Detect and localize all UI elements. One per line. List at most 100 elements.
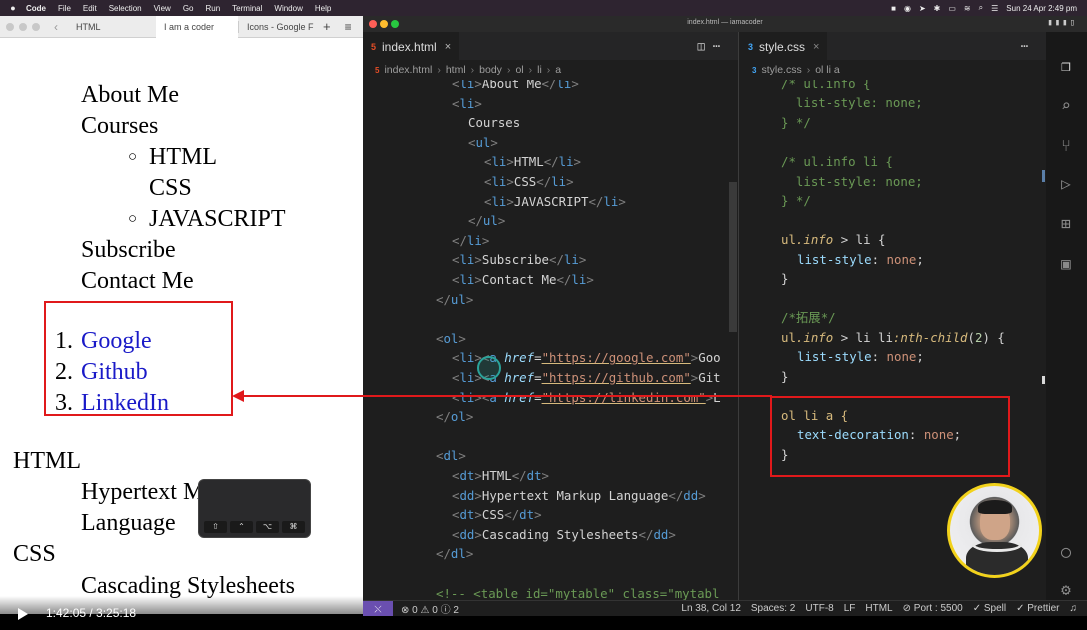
wifi-icon[interactable]: ≋: [964, 4, 971, 13]
crumb-li[interactable]: li: [537, 64, 542, 76]
code-line[interactable]: <dt>CSS</dt>: [452, 505, 542, 525]
layout-toggle-icons[interactable]: ▮▮▮▯: [1047, 18, 1077, 28]
browser-tab-html[interactable]: HTML: [68, 22, 156, 32]
breadcrumb-right: 3 style.css › ol li a: [752, 64, 840, 76]
source-control-icon[interactable]: ⑂: [1056, 136, 1076, 156]
menu-file[interactable]: File: [52, 4, 77, 13]
code-line[interactable]: <li>Subscribe</li>: [452, 250, 586, 270]
code-line[interactable]: </li>: [452, 231, 489, 251]
code-line[interactable]: <ul>: [468, 133, 498, 153]
menu-edit[interactable]: Edit: [77, 4, 103, 13]
code-line[interactable]: </ul>: [436, 290, 473, 310]
code-line[interactable]: <dd>Hypertext Markup Language</dd>: [452, 486, 706, 506]
close-icon[interactable]: ×: [445, 41, 451, 53]
menu-item-subscribe: Subscribe: [81, 237, 176, 263]
crumb-html[interactable]: html: [446, 64, 466, 76]
crumb-body[interactable]: body: [479, 64, 502, 76]
new-tab-plus-icon[interactable]: +: [323, 19, 331, 34]
menu-view[interactable]: View: [148, 4, 177, 13]
account-icon[interactable]: ◯: [1056, 542, 1076, 562]
code-line[interactable]: <li>HTML</li>: [484, 152, 581, 172]
code-line[interactable]: <li>JAVASCRIPT</li>: [484, 192, 626, 212]
sub-item-javascript: JAVASCRIPT: [149, 206, 286, 232]
code-line[interactable]: <li>: [452, 94, 482, 114]
menubar-status-area: ■ ◉ ➤ ✱ ▭ ≋ ⌕ ☰ Sun 24 Apr 2:49 pm: [891, 3, 1087, 13]
menubar-clock[interactable]: Sun 24 Apr 2:49 pm: [1006, 4, 1077, 13]
close-icon[interactable]: ×: [813, 41, 819, 53]
code-line[interactable]: Courses: [468, 113, 520, 133]
css-comment: /* ul.info {: [781, 80, 871, 91]
browser-tab-iamacoder[interactable]: I am a coder: [156, 16, 238, 38]
code-line[interactable]: </ul>: [468, 211, 505, 231]
remote-explorer-icon[interactable]: ▣: [1056, 254, 1076, 274]
tab-style-css[interactable]: 3 style.css ×: [740, 32, 828, 60]
settings-gear-icon[interactable]: ⚙: [1056, 580, 1076, 600]
remote-indicator-icon[interactable]: ⤬: [363, 600, 393, 616]
code-line[interactable]: <li>CSS</li>: [484, 172, 574, 192]
crumb-selector[interactable]: ol li a: [815, 64, 840, 76]
browser-close-dot[interactable]: [6, 22, 14, 31]
prettier-status[interactable]: ✓ Prettier: [1016, 603, 1059, 614]
menu-help[interactable]: Help: [309, 4, 337, 13]
editor-pane-html: 5 index.html × ◫⋯ 5 index.html › html › …: [363, 32, 739, 600]
problems-indicator[interactable]: ⊗ 0 ⚠ 0 ⓘ 2: [401, 601, 459, 616]
extensions-icon[interactable]: ⊞: [1056, 214, 1076, 234]
back-arrow-icon[interactable]: ‹: [54, 20, 58, 34]
control-center-icon[interactable]: ☰: [991, 4, 998, 13]
editor-actions[interactable]: ◫⋯: [698, 39, 728, 53]
code-line[interactable]: <dd>Cascading Stylesheets</dd>: [452, 525, 676, 545]
play-icon[interactable]: [18, 608, 28, 620]
cursor-position[interactable]: Ln 38, Col 12: [681, 603, 741, 614]
menu-app-name[interactable]: Code: [20, 4, 52, 13]
explorer-icon[interactable]: ❐: [1056, 56, 1076, 76]
end-of-line[interactable]: LF: [844, 603, 856, 614]
run-debug-icon[interactable]: ▷: [1056, 174, 1076, 194]
code-line[interactable]: <!-- <table id="mytable" class="mytabl: [436, 584, 719, 600]
code-line[interactable]: <li>Contact Me</li>: [452, 270, 594, 290]
camera-icon[interactable]: ■: [891, 4, 896, 13]
send-icon[interactable]: ➤: [919, 4, 926, 13]
menu-terminal[interactable]: Terminal: [226, 4, 268, 13]
bluetooth-icon[interactable]: ✱: [934, 4, 941, 13]
search-icon[interactable]: ⌕: [1056, 96, 1076, 116]
crumb-css-file[interactable]: style.css: [761, 64, 801, 76]
record-icon[interactable]: ◉: [904, 4, 911, 13]
menu-run[interactable]: Run: [199, 4, 226, 13]
menu-go[interactable]: Go: [177, 4, 200, 13]
search-icon[interactable]: ⌕: [979, 3, 983, 13]
code-line[interactable]: </dl>: [436, 544, 473, 564]
encoding[interactable]: UTF-8: [805, 603, 833, 614]
code-line[interactable]: <li><a href="https://linkedin.com">L: [452, 388, 721, 408]
browser-zoom-dot[interactable]: [32, 22, 40, 31]
notifications-icon[interactable]: ♫: [1070, 603, 1078, 614]
apple-icon[interactable]: ●: [6, 3, 20, 13]
browser-minimize-dot[interactable]: [19, 22, 27, 31]
spell-check[interactable]: ✓ Spell: [973, 603, 1006, 614]
language-mode[interactable]: HTML: [865, 603, 892, 614]
editor-scrollbar[interactable]: [729, 182, 737, 332]
tab-index-html[interactable]: 5 index.html ×: [363, 32, 460, 60]
crumb-ol[interactable]: ol: [515, 64, 523, 76]
indentation[interactable]: Spaces: 2: [751, 603, 795, 614]
sub-item-html: HTML: [149, 144, 217, 170]
minimap-marker: [1042, 376, 1045, 384]
browser-tab-icons[interactable]: Icons - Google F: [239, 22, 319, 32]
menu-selection[interactable]: Selection: [103, 4, 148, 13]
code-line[interactable]: <ol>: [436, 329, 466, 349]
code-line[interactable]: <li>About Me</li>: [452, 80, 579, 94]
code-line[interactable]: <dt>HTML</dt>: [452, 466, 549, 486]
menu-window[interactable]: Window: [268, 4, 308, 13]
editor-actions[interactable]: ⋯: [1021, 39, 1036, 53]
browser-menu-icon[interactable]: ≡: [345, 20, 352, 34]
code-line[interactable]: </ol>: [436, 407, 473, 427]
code-line[interactable]: <dl>: [436, 446, 466, 466]
dl-desc-html-line2: Language: [81, 510, 176, 536]
shift-key-icon: ⇧: [204, 521, 227, 533]
battery-icon[interactable]: ▭: [948, 4, 956, 13]
keyboard-overlay: ⇧ ⌃ ⌥ ⌘: [198, 479, 311, 538]
css-file-icon: 3: [752, 65, 757, 75]
crumb-a[interactable]: a: [555, 64, 561, 76]
live-server-port[interactable]: ⊘ Port : 5500: [903, 603, 963, 614]
html-code[interactable]: <li>About Me</li> <li> Courses <ul> <li>HTML…: [363, 80, 738, 600]
crumb-file[interactable]: index.html: [384, 64, 432, 76]
